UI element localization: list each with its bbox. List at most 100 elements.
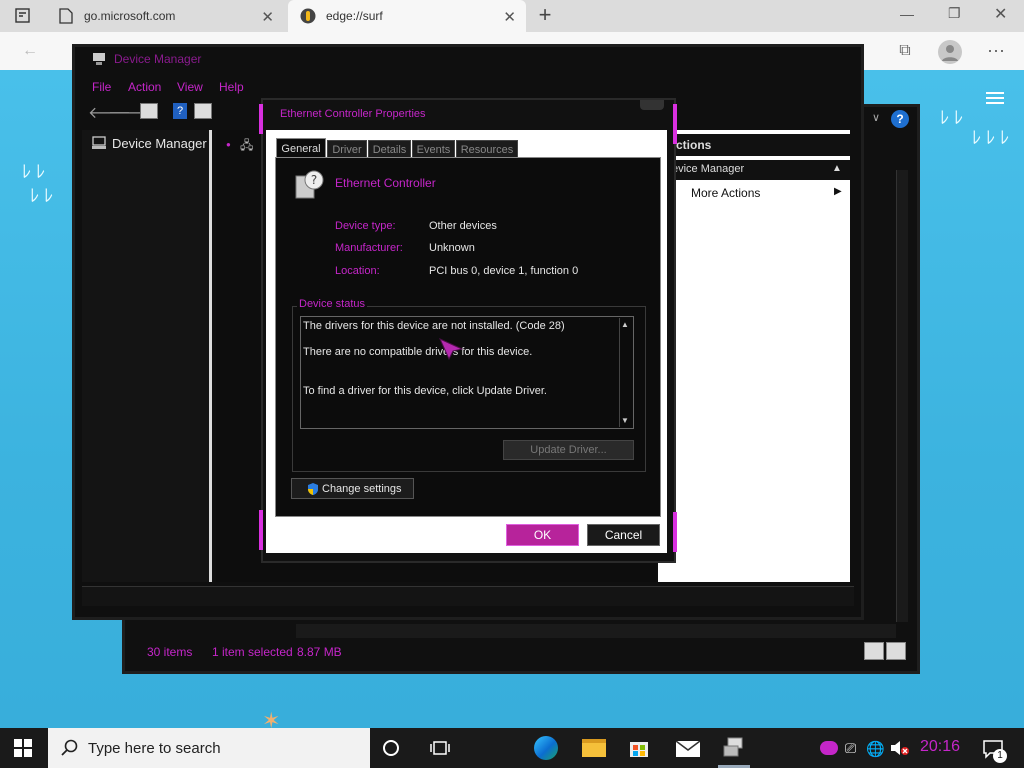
dialog-right-glow: [673, 104, 677, 144]
tree-pane: [82, 130, 212, 582]
cortana-icon[interactable]: [383, 740, 399, 756]
more-actions-item[interactable]: More Actions: [691, 186, 760, 200]
help-toolbar-icon[interactable]: ?: [173, 103, 187, 119]
device-node-icon: 🖧: [240, 138, 254, 152]
tab-resources[interactable]: Resources: [456, 140, 518, 158]
network-icon[interactable]: 🌐: [866, 740, 885, 758]
mouse-cursor-icon: [438, 337, 464, 361]
tab-go-microsoft[interactable]: go.microsoft.com ✕: [46, 0, 284, 32]
start-button[interactable]: [14, 739, 32, 757]
tab-label: edge://surf: [326, 9, 383, 23]
tray-meeting-icon[interactable]: ⎚: [845, 740, 856, 757]
profile-avatar[interactable]: [938, 40, 962, 64]
more-menu-icon[interactable]: ⋯: [984, 40, 1008, 62]
wave-decoration-icon: ﾚ ﾚ: [30, 186, 54, 206]
selected-size: 8.87 MB: [297, 645, 342, 659]
device-name: Ethernet Controller: [335, 176, 436, 190]
mail-taskbar-icon[interactable]: [675, 740, 701, 757]
hamburger-menu-icon[interactable]: [986, 92, 1004, 104]
view-toolbar-icon[interactable]: [194, 103, 212, 119]
device-status-label: Device status: [297, 298, 368, 310]
restore-icon[interactable]: ❐: [948, 5, 961, 22]
manufacturer-value: Unknown: [429, 242, 475, 254]
dialog-title: Ethernet Controller Properties: [280, 108, 426, 120]
selected-count: 1 item selected: [212, 645, 293, 659]
submenu-arrow-icon: ▶: [834, 186, 842, 197]
location-label: Location:: [335, 265, 380, 277]
tray-app-icon[interactable]: [820, 741, 838, 755]
tab-events[interactable]: Events: [412, 140, 455, 158]
tab-edge-surf[interactable]: edge://surf ✕: [288, 0, 526, 32]
ok-button[interactable]: OK: [506, 524, 579, 546]
collapse-icon[interactable]: ▲: [832, 163, 842, 174]
scroll-down-icon[interactable]: ▼: [621, 416, 629, 425]
close-tab-icon[interactable]: ✕: [503, 8, 516, 26]
menu-file[interactable]: File: [92, 80, 111, 94]
cancel-button[interactable]: Cancel: [587, 524, 660, 546]
details-view-icon[interactable]: [864, 642, 884, 660]
wave-decoration-icon: ﾚ ﾚ ﾚ: [972, 128, 1010, 148]
tab-general[interactable]: General: [276, 138, 326, 158]
chevron-down-icon[interactable]: ∨: [872, 111, 880, 124]
device-manager-icon: [92, 52, 106, 66]
items-count: 30 items: [147, 645, 193, 659]
device-manager-statusbar: [82, 586, 854, 606]
device-manager-taskbar-icon[interactable]: [722, 736, 746, 758]
back-icon[interactable]: ←: [18, 40, 42, 62]
clock-time[interactable]: 20:16: [920, 738, 960, 756]
scroll-up-icon[interactable]: ▲: [621, 320, 629, 329]
surf-icon: [300, 8, 316, 24]
explorer-scrollbar[interactable]: [896, 170, 908, 622]
device-type-label: Device type:: [335, 220, 396, 232]
menu-action[interactable]: Action: [128, 80, 161, 94]
actions-header-label: ctions: [676, 138, 712, 152]
change-settings-label: Change settings: [322, 482, 402, 495]
status-scrollbar[interactable]: [619, 318, 632, 427]
tab-details[interactable]: Details: [368, 140, 411, 158]
tab-actions-icon[interactable]: [14, 7, 32, 25]
svg-text:?: ?: [311, 173, 317, 187]
new-tab-button[interactable]: +: [534, 4, 556, 26]
explorer-help-icon[interactable]: ?: [891, 110, 909, 128]
tab-driver[interactable]: Driver: [327, 140, 367, 158]
status-line: The drivers for this device are not inst…: [303, 320, 565, 332]
dialog-left-glow: [259, 104, 263, 134]
window-title: Device Manager: [114, 52, 202, 66]
edge-taskbar-icon[interactable]: [534, 736, 558, 760]
change-settings-button[interactable]: Change settings: [291, 478, 414, 499]
location-value: PCI bus 0, device 1, function 0: [429, 265, 579, 277]
explorer-h-scrollbar[interactable]: [296, 624, 896, 638]
close-window-icon[interactable]: ✕: [994, 4, 1007, 24]
task-view-icon[interactable]: [430, 740, 450, 756]
collections-icon[interactable]: ⧉: [893, 40, 917, 62]
status-line: There are no compatible drivers for this…: [303, 346, 533, 358]
wave-decoration-icon: ﾚ ﾚ: [22, 162, 46, 182]
wave-decoration-icon: ﾚ ﾚ: [940, 108, 964, 128]
actions-section-label: evice Manager: [672, 163, 745, 175]
page-icon: [58, 8, 74, 24]
close-tab-icon[interactable]: ✕: [261, 8, 274, 26]
computer-icon: [91, 136, 107, 150]
search-placeholder: Type here to search: [88, 739, 221, 757]
menu-view[interactable]: View: [177, 80, 203, 94]
file-explorer-taskbar-icon[interactable]: [582, 739, 606, 757]
store-taskbar-icon[interactable]: [628, 736, 650, 758]
uac-shield-icon: [306, 482, 320, 496]
minimize-icon[interactable]: —: [900, 6, 914, 22]
expand-node-icon[interactable]: ●: [226, 140, 231, 149]
menu-help[interactable]: Help: [219, 80, 244, 94]
search-icon: [60, 739, 78, 757]
tab-label: go.microsoft.com: [84, 9, 176, 23]
large-icons-view-icon[interactable]: [886, 642, 906, 660]
manufacturer-label: Manufacturer:: [335, 242, 403, 254]
volume-muted-icon[interactable]: [890, 740, 910, 756]
update-driver-button[interactable]: Update Driver...: [503, 440, 634, 460]
unknown-device-icon: ?: [292, 170, 324, 200]
properties-toolbar-icon[interactable]: [140, 103, 158, 119]
dialog-left-glow: [259, 510, 263, 550]
dialog-right-glow: [673, 512, 677, 552]
dialog-close-button[interactable]: [640, 100, 664, 110]
tree-root-device-manager[interactable]: Device Manager: [112, 136, 207, 151]
device-type-value: Other devices: [429, 220, 497, 232]
taskbar-search-box[interactable]: Type here to search: [48, 728, 370, 768]
